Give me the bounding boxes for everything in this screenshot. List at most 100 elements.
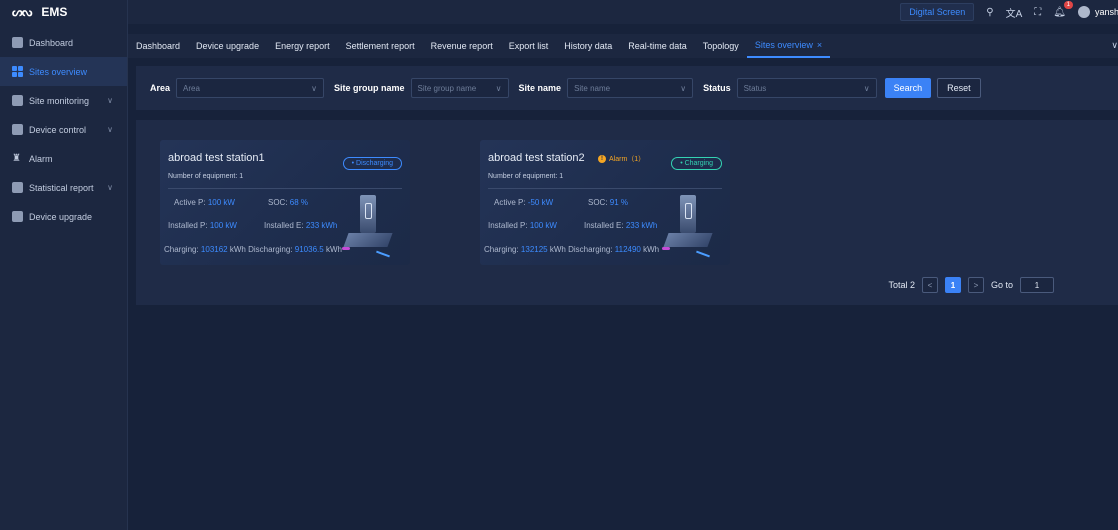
tab-label: Sites overview [754,40,813,50]
sidebar-item-device-upgrade[interactable]: Device upgrade [0,202,127,231]
chevron-down-icon: ∨ [107,183,113,192]
avatar [1078,6,1090,18]
sidebar-item-label: Sites overview [29,66,88,77]
sidebar-item-device-control[interactable]: Device control ∨ [0,115,127,144]
sites-panel: abroad test station1 • Discharging Numbe… [136,120,1118,305]
tab-label: Device upgrade [196,41,260,51]
alarm-indicator[interactable]: ! Alarm（1） [598,154,645,164]
app-logo[interactable]: ᔕᔓ EMS [0,0,127,24]
sidebar-item-label: Alarm [29,153,53,164]
energy-totals: Charging: 103162 kWh Discharging: 91036.… [164,245,342,254]
sidebar-item-label: Device control [29,124,87,135]
site-name: abroad test station1 [168,152,265,164]
installed-energy: Installed E: 233 kWh [584,221,658,230]
sidebar-item-site-monitoring[interactable]: Site monitoring ∨ [0,86,127,115]
site-group-select[interactable]: Site group name ∨ [410,78,509,98]
equipment-count: Number of equipment: 1 [488,173,564,180]
filter-bar: Area Area ∨ Site group name Site group n… [136,66,1118,110]
active-power: Active P: 100 kW [174,198,235,207]
search-button[interactable]: Search [884,78,932,98]
prev-page-button[interactable]: < [921,277,938,293]
close-icon[interactable]: × [817,40,822,50]
chevron-down-icon: ∨ [311,83,318,93]
divider [488,188,722,189]
sidebar: ᔕᔓ EMS Dashboard Sites overview Site mon… [0,0,128,530]
site-card[interactable]: abroad test station1 • Discharging Numbe… [160,140,410,265]
page-button-current[interactable]: 1 [944,277,961,293]
installed-power: Installed P: 100 kW [168,221,237,230]
digital-screen-button[interactable]: Digital Screen [900,3,975,21]
bell-icon[interactable]: 🔔︎ 1 [1053,0,1073,18]
active-power: Active P: -50 kW [494,198,554,207]
sidebar-item-alarm[interactable]: ♜ Alarm [0,144,127,173]
tab-bar: Dashboard Device upgrade Energy report S… [128,34,1118,58]
tab-label: Settlement report [345,41,415,51]
search-icon[interactable]: ⚲ [986,7,993,18]
soc: SOC: 91 % [588,198,629,207]
translate-icon[interactable]: 文A [1006,5,1023,20]
energy-totals: Charging: 132125 kWh Discharging: 112490… [484,245,660,254]
alarm-label: Alarm（1） [609,156,646,163]
status-badge: • Discharging [342,157,402,170]
fullscreen-icon[interactable]: ⛶ [1034,7,1041,18]
tab-history-data[interactable]: History data [556,34,620,58]
site-group-placeholder: Site group name [417,83,477,93]
pagination: Total 2 < 1 > Go to 1 [888,277,1054,293]
sidebar-item-label: Dashboard [29,37,74,48]
sidebar-item-statistical-report[interactable]: Statistical report ∨ [0,173,127,202]
sidebar-nav: Dashboard Sites overview Site monitoring… [0,28,127,231]
area-select[interactable]: Area ∨ [176,78,325,98]
app-title: EMS [41,5,68,19]
sidebar-item-dashboard[interactable]: Dashboard [0,28,127,57]
tab-label: Dashboard [136,41,181,51]
report-icon [12,182,23,193]
tab-settlement-report[interactable]: Settlement report [338,34,423,58]
logo-icon: ᔕᔓ [12,5,32,19]
tab-device-upgrade[interactable]: Device upgrade [188,34,267,58]
status-label: Status [703,83,731,93]
site-name-select[interactable]: Site name ∨ [567,78,694,98]
monitor-icon [12,95,23,106]
tab-real-time-data[interactable]: Real-time data [620,34,695,58]
user-name: yansh [1095,7,1118,17]
tab-label: Real-time data [628,41,687,51]
chevron-down-icon: ∨ [107,96,113,105]
status-badge: • Charging [671,157,722,170]
device-control-icon [12,124,23,135]
total-count: Total 2 [888,280,915,290]
chevron-down-icon: ∨ [863,83,870,93]
notification-badge: 1 [1063,0,1073,9]
warning-icon: ! [598,155,606,163]
upgrade-icon [12,211,23,222]
user-menu[interactable]: yansh [1078,6,1118,18]
tab-export-list[interactable]: Export list [501,34,557,58]
reset-button[interactable]: Reset [937,78,981,98]
tab-revenue-report[interactable]: Revenue report [423,34,501,58]
site-name-label: Site name [518,83,562,93]
status-select[interactable]: Status ∨ [736,78,877,98]
tab-topology[interactable]: Topology [695,34,747,58]
sidebar-item-sites-overview[interactable]: Sites overview [0,57,127,86]
goto-label: Go to [990,280,1013,290]
site-name: abroad test station2 [488,152,585,164]
sidebar-item-label: Site monitoring [29,95,90,106]
tab-sites-overview[interactable]: Sites overview × [746,34,831,58]
site-group-label: Site group name [334,83,405,93]
tab-energy-report[interactable]: Energy report [267,34,338,58]
sidebar-item-label: Device upgrade [29,211,93,222]
tab-label: Energy report [275,41,330,51]
divider [168,188,402,189]
tab-label: Topology [702,41,739,51]
chevron-down-icon: ∨ [680,83,687,93]
tab-label: Revenue report [430,41,493,51]
chevron-down-icon[interactable]: ∨ [1111,40,1118,51]
site-card[interactable]: abroad test station2 ! Alarm（1） • Chargi… [480,140,730,265]
next-page-button[interactable]: > [967,277,984,293]
goto-page-input[interactable]: 1 [1020,277,1054,293]
energy-storage-cabinet-icon [662,195,716,263]
dashboard-icon [12,37,23,48]
tab-label: Export list [508,41,549,51]
tab-dashboard[interactable]: Dashboard [128,34,188,58]
site-name-placeholder: Site name [574,83,611,93]
area-placeholder: Area [183,83,200,93]
